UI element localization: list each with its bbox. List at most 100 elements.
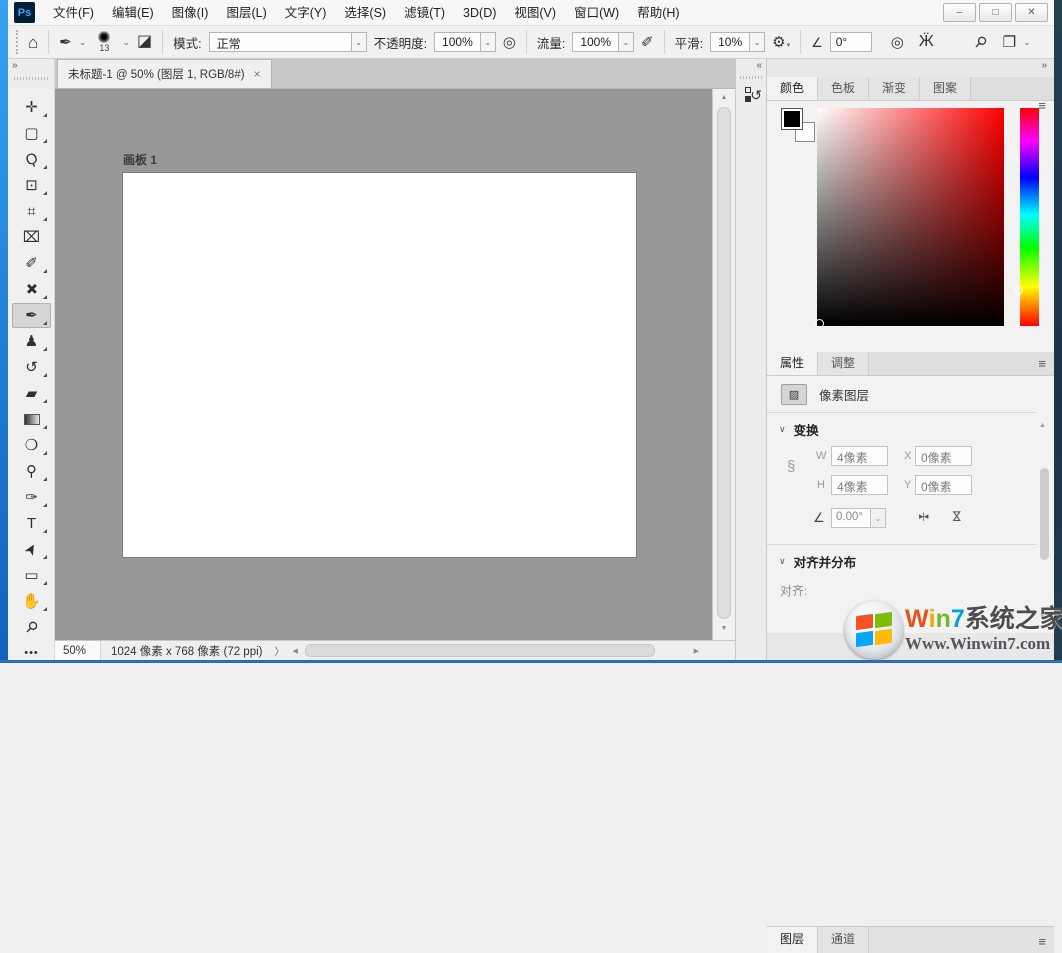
foreground-color-swatch[interactable] bbox=[781, 108, 803, 130]
document-tab[interactable]: 未标题-1 @ 50% (图层 1, RGB/8#) × bbox=[57, 59, 272, 88]
flip-vertical-icon[interactable]: ⋈ bbox=[950, 510, 964, 522]
y-field[interactable]: 0像素 bbox=[915, 475, 972, 495]
flip-horizontal-icon[interactable]: ▸|◂ bbox=[919, 511, 927, 522]
brush-preset-caret-icon[interactable]: ⌄ bbox=[122, 38, 130, 47]
history-panel-button[interactable]: ↺ bbox=[740, 84, 764, 108]
type-tool[interactable]: T bbox=[12, 511, 51, 536]
section-collapse-icon[interactable]: ∨ bbox=[779, 424, 786, 435]
color-panel-menu-icon[interactable]: ≡ bbox=[1038, 98, 1046, 113]
menu-item[interactable]: 选择(S) bbox=[335, 0, 395, 26]
symmetry-icon[interactable]: Ӝ bbox=[919, 34, 934, 50]
transform-section-header[interactable]: ∨ 变换 bbox=[779, 420, 819, 439]
height-field[interactable]: 4像素 bbox=[831, 475, 888, 495]
pressure-opacity-icon[interactable]: ◎ bbox=[503, 35, 516, 50]
eraser-tool[interactable]: ▰ bbox=[12, 381, 51, 406]
scroll-left-icon[interactable]: ◀ bbox=[293, 647, 298, 655]
pressure-size-icon[interactable]: ◎ bbox=[891, 35, 904, 50]
horizontal-scrollbar-thumb[interactable] bbox=[305, 644, 655, 657]
menu-item[interactable]: 文件(F) bbox=[44, 0, 103, 26]
menu-item[interactable]: 图像(I) bbox=[163, 0, 218, 26]
home-icon[interactable]: ⌂ bbox=[28, 34, 38, 51]
toolbar-expand-icon[interactable]: » bbox=[12, 60, 17, 71]
hue-slider[interactable] bbox=[1020, 108, 1039, 326]
blur-tool[interactable]: ❍ bbox=[12, 433, 51, 458]
panel-tab[interactable]: 颜色 bbox=[767, 77, 818, 100]
brush-preset-picker[interactable]: 13 bbox=[93, 31, 115, 53]
color-picker-marker[interactable] bbox=[815, 319, 824, 328]
lasso-tool[interactable]: Ϙ bbox=[12, 147, 51, 172]
scroll-right-icon[interactable]: ▶ bbox=[694, 647, 699, 655]
scroll-up-icon[interactable]: ▲ bbox=[713, 94, 735, 101]
brush-angle-field[interactable]: 0° bbox=[830, 32, 872, 52]
strip-collapse-icon[interactable]: « bbox=[756, 60, 761, 71]
frame-tool[interactable]: ⌧ bbox=[12, 225, 51, 250]
options-bar-grip[interactable] bbox=[16, 30, 19, 54]
toolbar-grip[interactable] bbox=[14, 77, 48, 80]
blend-mode-select[interactable]: 正常 ⌄ bbox=[209, 32, 367, 52]
width-field[interactable]: 4像素 bbox=[831, 446, 888, 466]
photoshop-logo-icon[interactable]: Ps bbox=[14, 2, 35, 23]
history-brush-tool[interactable]: ↺ bbox=[12, 355, 51, 380]
vertical-scrollbar-thumb[interactable] bbox=[717, 107, 731, 619]
menu-item[interactable]: 编辑(E) bbox=[103, 0, 163, 26]
flow-select[interactable]: 100% ⌄ bbox=[572, 32, 634, 52]
workspace-switcher-icon[interactable]: ❐ bbox=[1003, 35, 1016, 50]
tab-close-icon[interactable]: × bbox=[254, 67, 261, 81]
maximize-button[interactable]: □ bbox=[979, 3, 1012, 22]
menu-item[interactable]: 3D(D) bbox=[454, 0, 505, 26]
zoom-tool[interactable]: ⚲ bbox=[12, 615, 51, 640]
rectangle-tool[interactable]: ▭ bbox=[12, 563, 51, 588]
opacity-select[interactable]: 100% ⌄ bbox=[434, 32, 496, 52]
dock-expand-icon[interactable]: » bbox=[1041, 60, 1046, 71]
spot-healing-brush-tool[interactable]: ✚ bbox=[12, 277, 51, 302]
properties-scrollbar[interactable]: ▲ ▼ bbox=[1037, 378, 1052, 628]
layers-panel-menu-icon[interactable]: ≡ bbox=[1038, 934, 1046, 949]
artboard-label[interactable]: 画板 1 bbox=[123, 151, 157, 168]
menu-item[interactable]: 文字(Y) bbox=[276, 0, 336, 26]
move-tool[interactable]: ✛ bbox=[12, 95, 51, 120]
hue-slider-marker[interactable] bbox=[1014, 286, 1023, 295]
panel-tab[interactable]: 图层 bbox=[767, 927, 818, 953]
rotate-angle-select[interactable]: 0.00° ⌄ bbox=[831, 508, 886, 528]
workspace-caret-icon[interactable]: ⌄ bbox=[1023, 38, 1031, 47]
scroll-down-icon[interactable]: ▼ bbox=[713, 625, 735, 632]
hand-tool[interactable]: ✋ bbox=[12, 589, 51, 614]
toggle-brush-settings-icon[interactable]: ◪ bbox=[137, 34, 152, 50]
align-section-header[interactable]: ∨ 对齐并分布 bbox=[779, 552, 856, 571]
panel-tab[interactable]: 渐变 bbox=[869, 77, 920, 100]
minimize-button[interactable]: – bbox=[943, 3, 976, 22]
scroll-up-icon[interactable]: ▲ bbox=[1039, 422, 1046, 429]
tool-preset-brush-icon[interactable]: ✒ bbox=[59, 35, 72, 50]
saturation-brightness-picker[interactable] bbox=[817, 108, 1004, 326]
clone-stamp-tool[interactable]: ♟ bbox=[12, 329, 51, 354]
horizontal-scrollbar[interactable]: ◀ ▶ bbox=[291, 641, 736, 660]
search-icon[interactable]: ⚲ bbox=[971, 33, 989, 51]
vertical-scrollbar[interactable]: ▲ ▼ bbox=[712, 89, 735, 640]
menu-item[interactable]: 滤镜(T) bbox=[395, 0, 454, 26]
link-dimensions-icon[interactable]: § bbox=[787, 458, 795, 475]
close-button[interactable]: ✕ bbox=[1015, 3, 1048, 22]
status-menu-chevron-icon[interactable]: 〉 bbox=[275, 643, 285, 658]
tool-preset-caret-icon[interactable]: ⌄ bbox=[79, 38, 87, 47]
panel-tab[interactable]: 调整 bbox=[818, 352, 869, 375]
strip-grip[interactable] bbox=[740, 76, 764, 79]
smoothing-select[interactable]: 10% ⌄ bbox=[710, 32, 765, 52]
properties-scrollbar-thumb[interactable] bbox=[1040, 468, 1049, 560]
brush-tool[interactable]: ✒ bbox=[12, 303, 51, 328]
menu-item[interactable]: 窗口(W) bbox=[565, 0, 628, 26]
panel-tab[interactable]: 通道 bbox=[818, 927, 869, 953]
panel-tab[interactable]: 属性 bbox=[767, 352, 818, 375]
menu-item[interactable]: 视图(V) bbox=[505, 0, 565, 26]
panel-tab[interactable]: 色板 bbox=[818, 77, 869, 100]
zoom-level-field[interactable]: 50% bbox=[55, 641, 101, 660]
canvas-area[interactable]: 画板 1 bbox=[55, 89, 712, 640]
airbrush-icon[interactable]: ✐ bbox=[641, 35, 654, 50]
dodge-tool[interactable]: ⚲ bbox=[12, 459, 51, 484]
artboard-canvas[interactable] bbox=[123, 173, 636, 557]
crop-tool[interactable]: ⌗ bbox=[12, 199, 51, 224]
smoothing-options-button[interactable]: ⚙ ▾ bbox=[772, 35, 790, 50]
section-collapse-icon[interactable]: ∨ bbox=[779, 556, 786, 567]
object-selection-tool[interactable]: ⊡ bbox=[12, 173, 51, 198]
marquee-tool[interactable]: ▢ bbox=[12, 121, 51, 146]
properties-panel-menu-icon[interactable]: ≡ bbox=[1038, 356, 1046, 371]
